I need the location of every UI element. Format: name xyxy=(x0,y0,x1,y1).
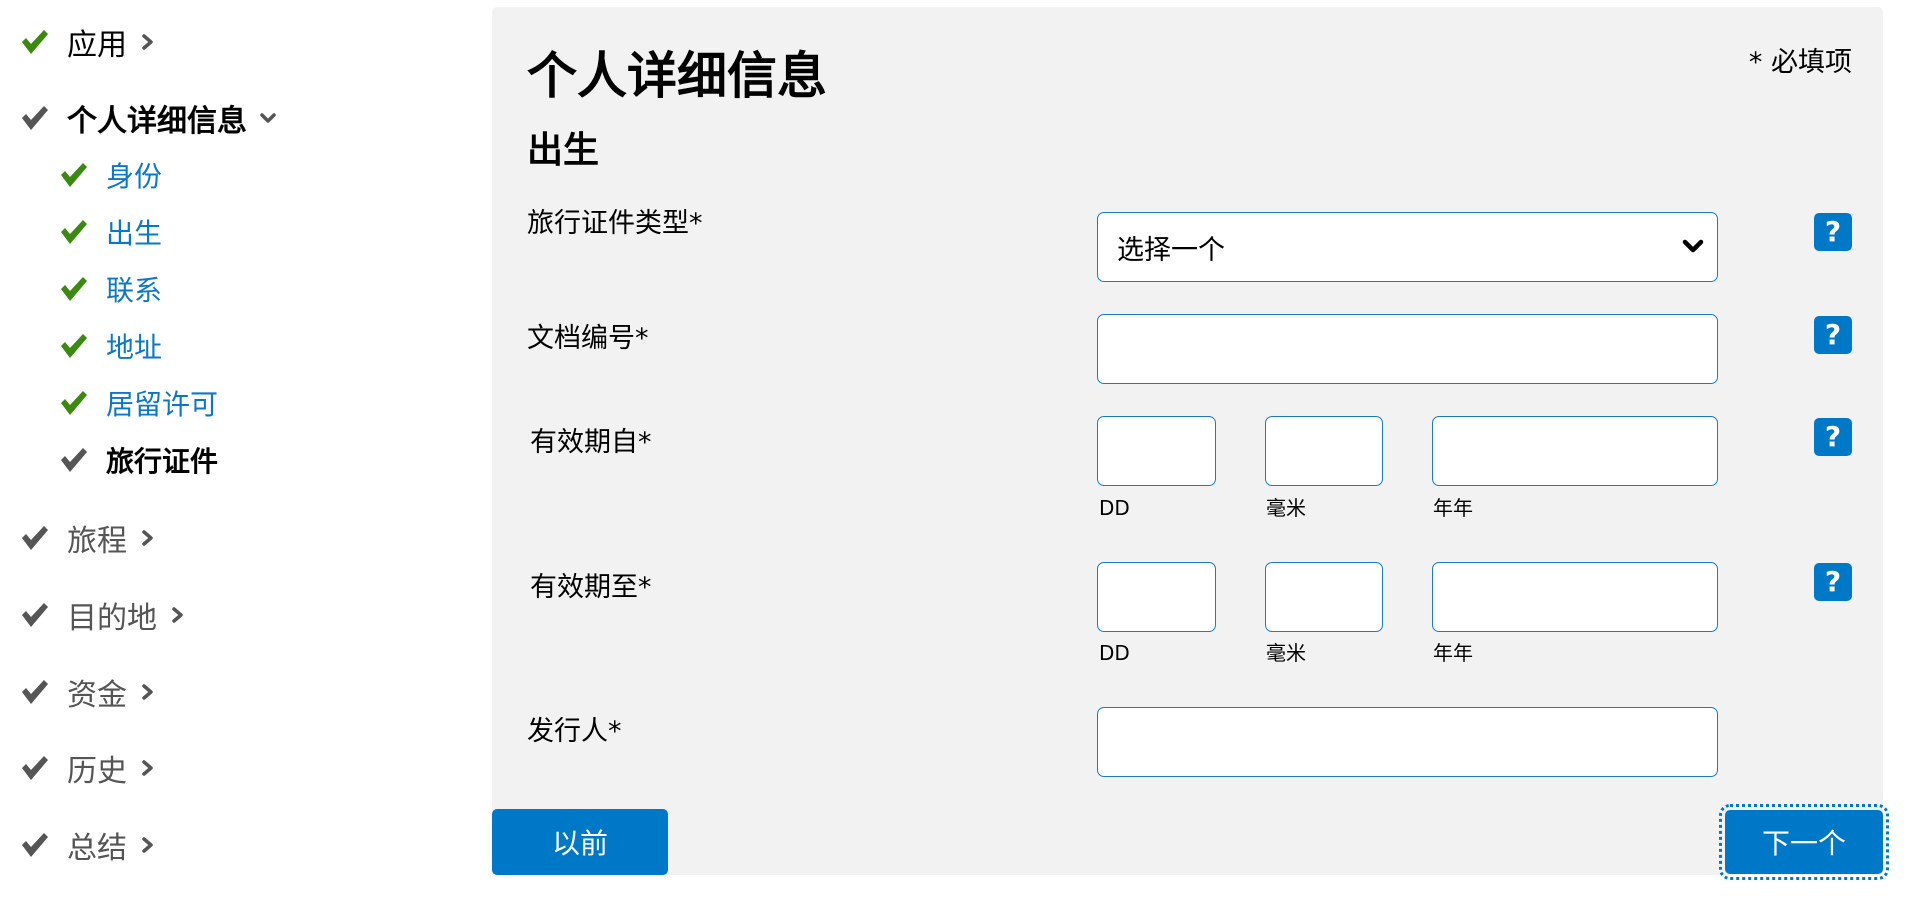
sidebar-item-personal-details[interactable]: 个人详细信息 xyxy=(20,96,277,140)
progress-sidebar: 应用 个人详细信息 身份 出生 联系 地址 居留许可 旅行证件 旅程 目的地 资… xyxy=(0,0,480,905)
sidebar-item-application[interactable]: 应用 xyxy=(20,20,155,64)
help-icon: ? xyxy=(1824,565,1842,598)
chevron-right-icon xyxy=(171,606,185,624)
doc-number-input[interactable] xyxy=(1097,314,1718,384)
valid-from-year-input[interactable] xyxy=(1432,416,1718,486)
doc-type-help-button[interactable]: ? xyxy=(1814,213,1852,251)
month-sublabel: 毫米 xyxy=(1266,641,1306,665)
next-button[interactable]: 下一个 xyxy=(1719,804,1889,880)
check-icon xyxy=(20,104,50,132)
check-icon xyxy=(20,754,50,782)
month-sublabel: 毫米 xyxy=(1266,496,1306,520)
help-icon: ? xyxy=(1824,420,1842,453)
doc-type-label: 旅行证件类型* xyxy=(527,208,703,239)
valid-to-year-input[interactable] xyxy=(1432,562,1718,632)
check-icon xyxy=(20,524,50,552)
sidebar-subitem-label[interactable]: 居留许可 xyxy=(106,383,218,423)
chevron-right-icon xyxy=(141,683,155,701)
sidebar-item-label: 应用 xyxy=(67,28,127,63)
issuer-label: 发行人* xyxy=(527,716,622,747)
valid-to-month-input[interactable] xyxy=(1265,562,1383,632)
form-panel: 个人详细信息 * 必填项 出生 旅行证件类型* 选择一个 ? 文档编号* ? 有… xyxy=(492,7,1883,875)
sidebar-subitem-identity[interactable]: 身份 xyxy=(59,155,162,195)
sidebar-subitem-label: 旅行证件 xyxy=(106,445,219,478)
check-icon xyxy=(59,218,89,246)
sidebar-subitem-contact[interactable]: 联系 xyxy=(59,269,162,309)
chevron-down-icon xyxy=(1681,237,1705,257)
help-icon: ? xyxy=(1824,215,1842,248)
sidebar-item-history[interactable]: 历史 xyxy=(20,746,155,790)
check-icon xyxy=(20,28,50,56)
sidebar-subitem-label[interactable]: 身份 xyxy=(106,155,162,195)
previous-button[interactable]: 以前 xyxy=(492,809,668,875)
sidebar-item-label: 个人详细信息 xyxy=(67,104,247,139)
valid-from-month-input[interactable] xyxy=(1265,416,1383,486)
chevron-right-icon xyxy=(141,33,155,51)
day-sublabel: DD xyxy=(1099,641,1130,665)
help-icon: ? xyxy=(1824,318,1842,351)
sidebar-item-label: 历史 xyxy=(67,754,127,789)
doc-number-help-button[interactable]: ? xyxy=(1814,316,1852,354)
valid-from-help-button[interactable]: ? xyxy=(1814,418,1852,456)
sidebar-item-summary[interactable]: 总结 xyxy=(20,823,155,867)
sidebar-item-label: 资金 xyxy=(67,678,127,713)
sidebar-subitem-birth[interactable]: 出生 xyxy=(59,212,162,252)
chevron-right-icon xyxy=(141,759,155,777)
day-sublabel: DD xyxy=(1099,496,1130,520)
page-title: 个人详细信息 xyxy=(527,47,827,105)
sidebar-subitem-label[interactable]: 出生 xyxy=(106,212,162,252)
doc-type-selected-value: 选择一个 xyxy=(1117,234,1225,266)
valid-from-label: 有效期自* xyxy=(530,427,652,458)
chevron-right-icon xyxy=(141,529,155,547)
issuer-input[interactable] xyxy=(1097,707,1718,777)
doc-type-select[interactable]: 选择一个 xyxy=(1097,212,1718,282)
check-icon xyxy=(59,275,89,303)
valid-to-day-input[interactable] xyxy=(1097,562,1216,632)
sidebar-subitem-label[interactable]: 地址 xyxy=(106,326,162,366)
sidebar-subitem-travel-document: 旅行证件 xyxy=(59,440,218,480)
valid-to-help-button[interactable]: ? xyxy=(1814,563,1852,601)
sidebar-item-label: 旅程 xyxy=(67,524,127,559)
sidebar-item-funds[interactable]: 资金 xyxy=(20,670,155,714)
check-icon xyxy=(59,389,89,417)
section-title: 出生 xyxy=(527,130,600,171)
required-note: * 必填项 xyxy=(1748,47,1852,78)
sidebar-item-journey[interactable]: 旅程 xyxy=(20,516,155,560)
sidebar-item-label: 总结 xyxy=(67,831,127,866)
year-sublabel: 年年 xyxy=(1433,641,1473,665)
check-icon xyxy=(20,601,50,629)
sidebar-subitem-label[interactable]: 联系 xyxy=(106,269,162,309)
chevron-right-icon xyxy=(141,836,155,854)
sidebar-subitem-address[interactable]: 地址 xyxy=(59,326,162,366)
sidebar-subitem-residence-permit[interactable]: 居留许可 xyxy=(59,383,218,423)
sidebar-item-destination[interactable]: 目的地 xyxy=(20,593,185,637)
check-icon xyxy=(59,161,89,189)
sidebar-item-label: 目的地 xyxy=(67,601,157,636)
valid-from-day-input[interactable] xyxy=(1097,416,1216,486)
valid-to-label: 有效期至* xyxy=(530,572,652,603)
check-icon xyxy=(59,446,89,474)
check-icon xyxy=(20,831,50,859)
year-sublabel: 年年 xyxy=(1433,496,1473,520)
check-icon xyxy=(59,332,89,360)
check-icon xyxy=(20,678,50,706)
chevron-down-icon xyxy=(259,111,277,125)
doc-number-label: 文档编号* xyxy=(527,323,649,354)
